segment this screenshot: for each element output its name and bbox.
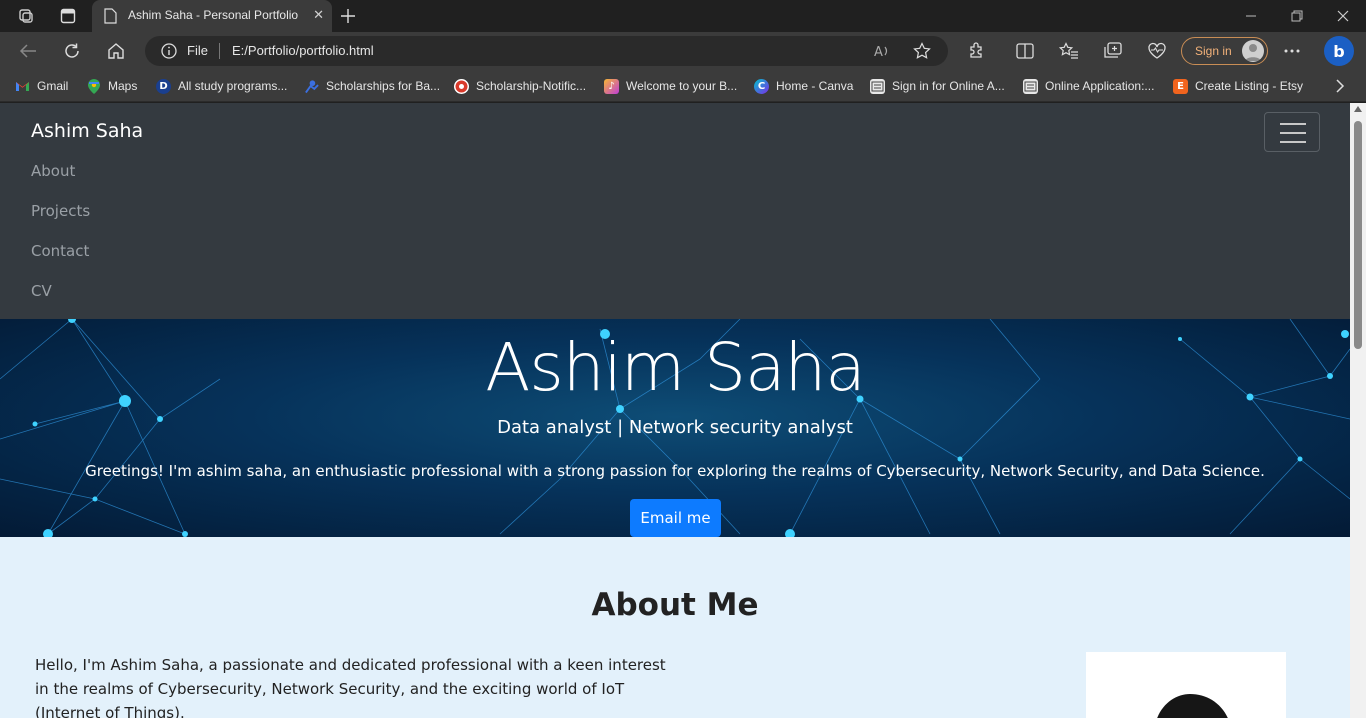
page-viewport: Ashim Saha About Projects Contact CV Ash… xyxy=(0,103,1366,718)
back-icon[interactable] xyxy=(16,40,40,62)
page-scrollbar[interactable] xyxy=(1350,103,1366,718)
sign-in-label: Sign in xyxy=(1195,44,1232,58)
bookmark-etsy[interactable]: E Create Listing - Etsy xyxy=(1173,76,1303,96)
workspaces-icon[interactable] xyxy=(16,6,36,26)
email-me-button[interactable]: Email me xyxy=(630,499,721,537)
bookmark-canva[interactable]: C Home - Canva xyxy=(754,76,853,96)
split-screen-icon[interactable] xyxy=(1013,40,1037,62)
hero-title: Ashim Saha xyxy=(485,329,866,406)
daad-icon: D xyxy=(156,78,171,94)
bookmark-label: Scholarship-Notific... xyxy=(476,79,587,93)
site-navbar: Ashim Saha About Projects Contact CV xyxy=(0,103,1350,319)
bookmark-scholarship-notification[interactable]: Scholarship-Notific... xyxy=(454,76,586,96)
new-tab-icon[interactable] xyxy=(338,6,358,26)
svg-text:A: A xyxy=(874,45,883,59)
bookmark-gmail[interactable]: Gmail xyxy=(15,76,68,96)
bookmark-label: Gmail xyxy=(37,79,69,93)
tab-strip: Ashim Saha - Personal Portfolio ✕ xyxy=(0,0,1366,32)
favorites-icon[interactable] xyxy=(1057,40,1081,62)
bookmark-sign-in-online[interactable]: Sign in for Online A... xyxy=(870,76,1005,96)
close-tab-icon[interactable]: ✕ xyxy=(313,8,324,23)
bookmark-label: Welcome to your B... xyxy=(626,79,738,93)
more-bookmarks-chevron-icon[interactable] xyxy=(1335,76,1345,96)
profile-photo xyxy=(1086,652,1286,718)
hero-intro-text: Greetings! I'm ashim saha, an enthusiast… xyxy=(85,462,1265,480)
tab-title: Ashim Saha - Personal Portfolio xyxy=(128,8,299,22)
address-divider xyxy=(219,43,220,59)
extensions-icon[interactable] xyxy=(964,40,988,62)
profile-avatar-icon xyxy=(1242,40,1264,62)
page-icon xyxy=(104,8,117,28)
home-icon[interactable] xyxy=(104,40,128,62)
about-paragraph: Hello, I'm Ashim Saha, a passionate and … xyxy=(35,656,666,718)
form-icon xyxy=(870,78,885,94)
sign-in-button[interactable]: Sign in xyxy=(1181,37,1268,65)
nav-link-cv[interactable]: CV xyxy=(31,282,52,300)
address-url[interactable]: E:/Portfolio/portfolio.html xyxy=(232,43,374,58)
bookmark-study-programs[interactable]: D All study programs... xyxy=(156,76,287,96)
bookmark-label: All study programs... xyxy=(178,79,288,93)
scroll-up-icon[interactable] xyxy=(1354,106,1362,112)
more-options-icon[interactable] xyxy=(1280,40,1304,62)
collections-icon[interactable] xyxy=(1101,40,1125,62)
nav-link-contact[interactable]: Contact xyxy=(31,242,89,260)
bookmark-label: Scholarships for Ba... xyxy=(326,79,441,93)
minimize-icon[interactable] xyxy=(1238,6,1264,26)
scholarship-icon xyxy=(304,79,319,94)
copilot-icon[interactable]: b xyxy=(1324,36,1354,66)
bookmark-label: Create Listing - Etsy xyxy=(1195,79,1304,93)
scrollbar-thumb[interactable] xyxy=(1354,121,1362,349)
browser-toolbar: File E:/Portfolio/portfolio.html A Sign … xyxy=(0,32,1366,70)
form-icon xyxy=(1023,78,1038,94)
address-protocol: File xyxy=(187,43,208,58)
favorites-bar: Gmail Maps D All study programs... Schol… xyxy=(0,70,1366,102)
hero-section: Ashim Saha Data analyst | Network securi… xyxy=(0,319,1350,537)
vertical-tabs-icon[interactable] xyxy=(58,6,78,26)
bookmark-scholarships[interactable]: Scholarships for Ba... xyxy=(304,76,440,96)
notification-icon xyxy=(454,78,469,94)
maps-icon xyxy=(86,78,101,94)
gmail-icon xyxy=(15,79,30,94)
bookmark-label: Online Application:... xyxy=(1045,79,1155,93)
read-aloud-icon[interactable]: A xyxy=(873,43,891,63)
info-icon[interactable] xyxy=(161,43,177,63)
browser-essentials-icon[interactable] xyxy=(1145,40,1169,62)
canva-icon: C xyxy=(754,78,769,94)
address-bar[interactable]: File E:/Portfolio/portfolio.html A xyxy=(145,36,948,66)
bookmark-maps[interactable]: Maps xyxy=(86,76,137,96)
nav-link-projects[interactable]: Projects xyxy=(31,202,90,220)
etsy-icon: E xyxy=(1173,78,1188,94)
navbar-toggler-button[interactable] xyxy=(1264,112,1320,152)
about-heading: About Me xyxy=(591,587,759,623)
hero-subtitle: Data analyst | Network security analyst xyxy=(497,417,853,438)
favorite-star-icon[interactable] xyxy=(913,42,931,64)
bookmark-label: Home - Canva xyxy=(776,79,854,93)
bookmark-label: Sign in for Online A... xyxy=(892,79,1005,93)
bookmark-welcome[interactable]: ♪ Welcome to your B... xyxy=(604,76,737,96)
tab-portfolio[interactable]: Ashim Saha - Personal Portfolio ✕ xyxy=(92,0,332,32)
refresh-icon[interactable] xyxy=(60,40,84,62)
bookmark-online-application[interactable]: Online Application:... xyxy=(1023,76,1154,96)
navbar-brand[interactable]: Ashim Saha xyxy=(31,120,143,142)
close-window-icon[interactable] xyxy=(1330,6,1356,26)
welcome-icon: ♪ xyxy=(604,78,619,94)
nav-link-about[interactable]: About xyxy=(31,162,75,180)
bookmark-label: Maps xyxy=(108,79,138,93)
restore-icon[interactable] xyxy=(1284,6,1310,26)
